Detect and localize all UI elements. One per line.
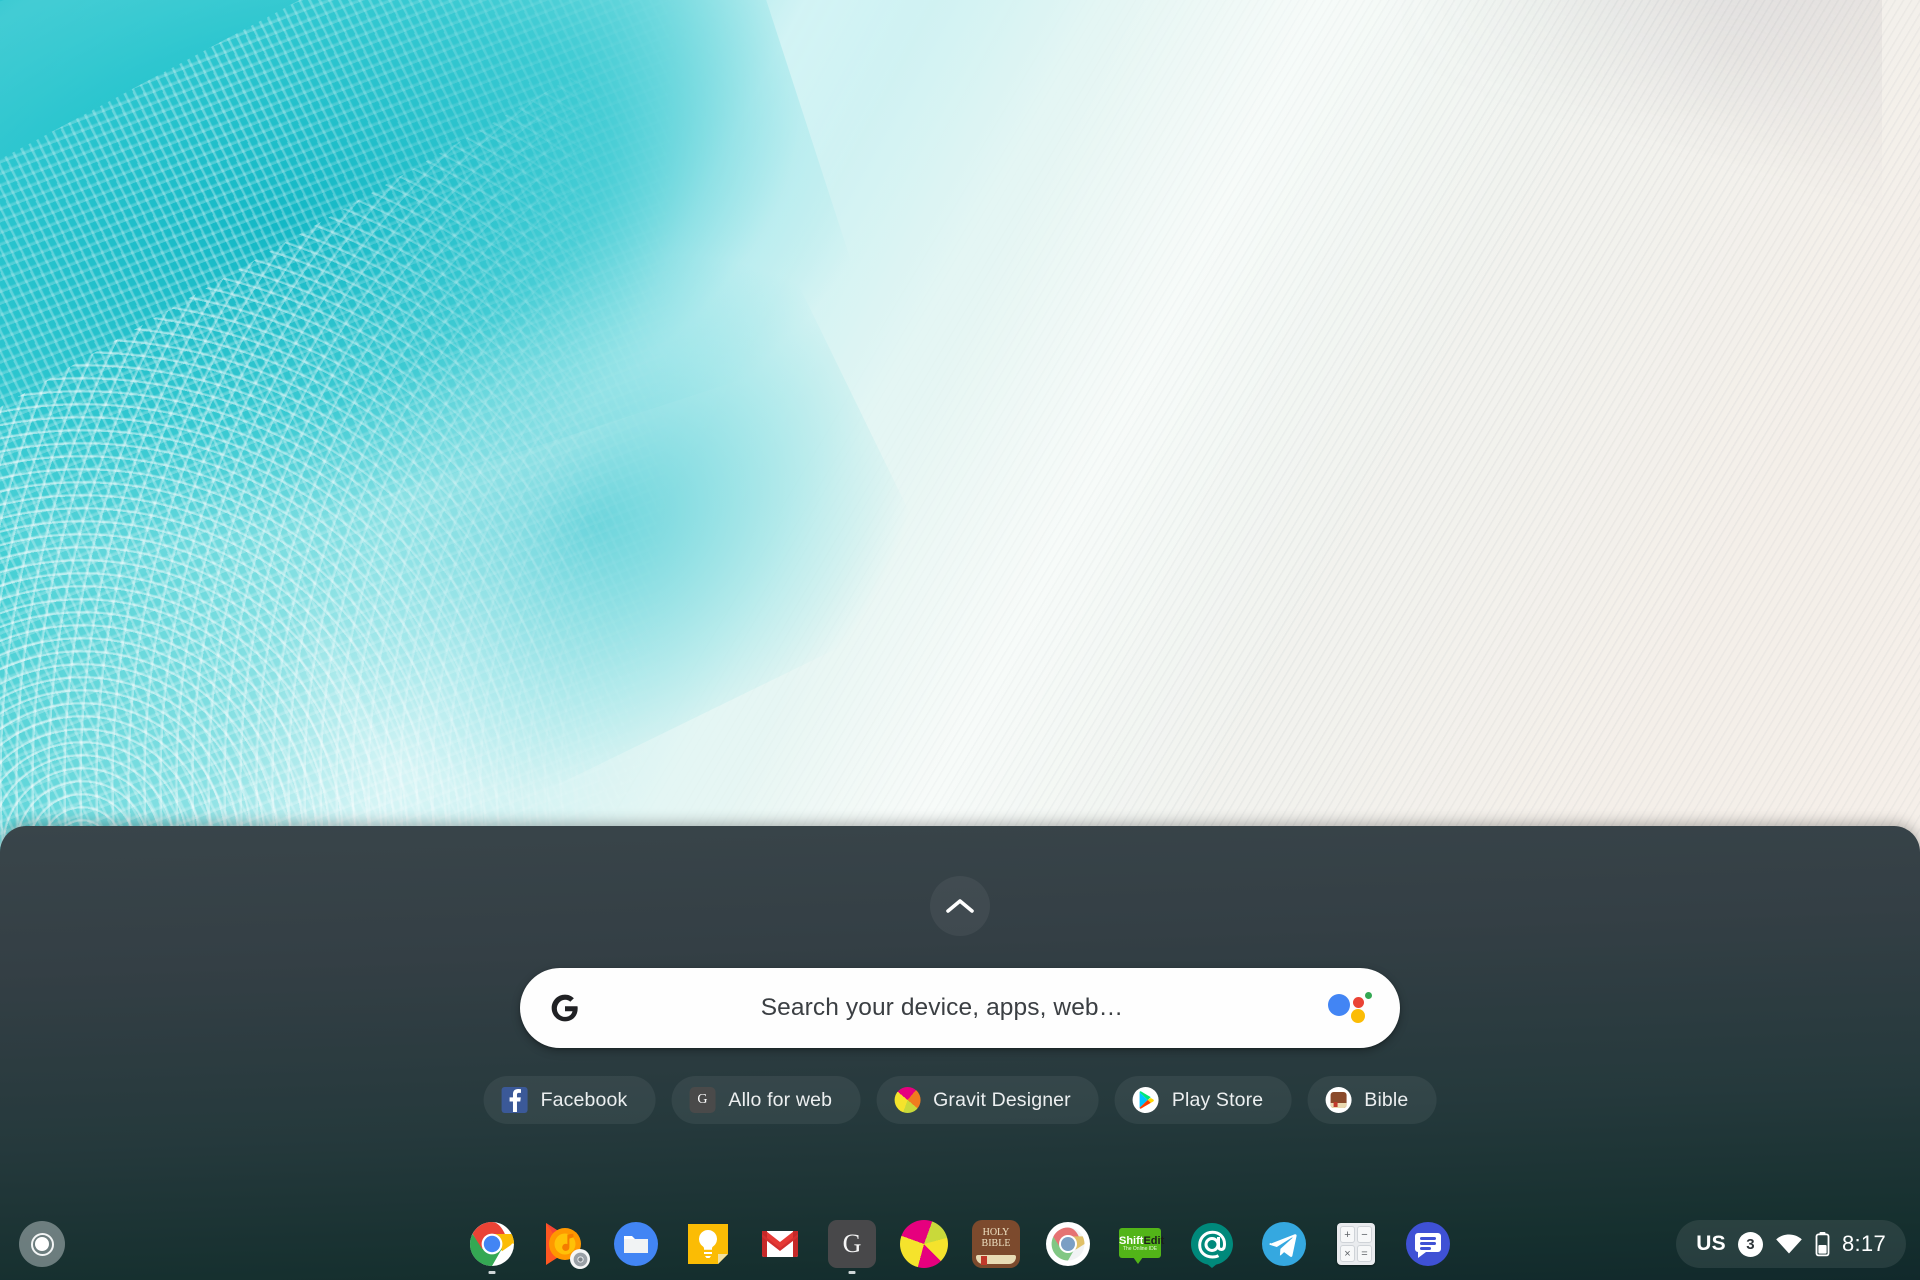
active-indicator	[489, 1271, 496, 1274]
inbox-at-icon	[1188, 1220, 1236, 1268]
expand-launcher-button[interactable]	[930, 876, 990, 936]
allo-letter: G	[689, 1087, 715, 1113]
shelf-item-play-music[interactable]	[539, 1208, 589, 1280]
chip-bible[interactable]: Bible	[1307, 1076, 1436, 1124]
shelf-item-keep[interactable]	[683, 1208, 733, 1280]
keep-icon	[684, 1220, 732, 1268]
battery-icon[interactable]	[1815, 1231, 1830, 1257]
allo-for-web-icon: G	[828, 1220, 876, 1268]
shelf-app-list: G HOLY BIBLE	[467, 1208, 1453, 1280]
bible-icon: HOLY BIBLE	[972, 1220, 1020, 1268]
calc-equals-key: =	[1357, 1245, 1372, 1262]
clock[interactable]: 8:17	[1842, 1231, 1886, 1257]
play-store-icon	[1133, 1087, 1159, 1113]
calc-times-key: ×	[1340, 1245, 1355, 1262]
telegram-icon	[1260, 1220, 1308, 1268]
files-icon	[612, 1220, 660, 1268]
chrome-badge-icon	[573, 1252, 588, 1267]
chip-label: Facebook	[541, 1089, 628, 1112]
wifi-icon[interactable]	[1775, 1233, 1803, 1255]
gmail-icon	[756, 1220, 804, 1268]
chevron-up-icon	[945, 897, 975, 915]
shelf-item-files[interactable]	[611, 1208, 661, 1280]
shelf-item-messages[interactable]	[1403, 1208, 1453, 1280]
shelf-item-allo-for-web[interactable]: G	[827, 1208, 877, 1280]
bible-line-2: BIBLE	[972, 1238, 1020, 1249]
shelf-item-chrome-canary[interactable]	[1043, 1208, 1093, 1280]
search-input-placeholder[interactable]: Search your device, apps, web…	[556, 994, 1328, 1022]
notification-count-badge[interactable]: 3	[1738, 1232, 1763, 1257]
wallpaper-channel	[1382, 0, 1881, 410]
shelf-item-gmail[interactable]	[755, 1208, 805, 1280]
play-music-icon	[540, 1220, 588, 1268]
chip-label: Play Store	[1172, 1089, 1263, 1112]
shiftedit-icon: ShiftEdit The Online IDE	[1116, 1220, 1164, 1268]
bible-icon	[1325, 1087, 1351, 1113]
shelf-item-telegram[interactable]	[1259, 1208, 1309, 1280]
chip-allo-for-web[interactable]: G Allo for web	[671, 1076, 860, 1124]
launcher-circle-icon	[31, 1233, 54, 1256]
allo-for-web-icon: G	[689, 1087, 715, 1113]
chip-play-store[interactable]: Play Store	[1115, 1076, 1291, 1124]
messages-icon	[1404, 1220, 1452, 1268]
chrome-canary-icon	[1044, 1220, 1092, 1268]
shelf: G HOLY BIBLE	[0, 1208, 1920, 1280]
chip-label: Allo for web	[728, 1089, 832, 1112]
suggestion-chips-row: Facebook G Allo for web Gravit Designer	[484, 1076, 1437, 1124]
launcher-button[interactable]	[19, 1221, 65, 1267]
chip-label: Bible	[1364, 1089, 1408, 1112]
shelf-item-bible[interactable]: HOLY BIBLE	[971, 1208, 1021, 1280]
allo-letter: G	[828, 1220, 876, 1268]
shiftedit-tagline: The Online IDE	[1119, 1246, 1161, 1252]
facebook-icon	[502, 1087, 528, 1113]
gravit-designer-icon	[894, 1087, 920, 1113]
shelf-item-shiftedit[interactable]: ShiftEdit The Online IDE	[1115, 1208, 1165, 1280]
google-assistant-icon[interactable]	[1328, 988, 1374, 1028]
chip-label: Gravit Designer	[933, 1089, 1071, 1112]
active-indicator	[849, 1271, 856, 1274]
bible-line-1: HOLY	[972, 1227, 1020, 1238]
system-tray[interactable]: US 3 8:17	[1676, 1220, 1906, 1268]
shelf-item-gravit-designer[interactable]	[899, 1208, 949, 1280]
gravit-designer-icon	[900, 1220, 948, 1268]
shelf-item-calculator[interactable]: + − × =	[1331, 1208, 1381, 1280]
chrome-icon	[468, 1220, 516, 1268]
launcher-search-box[interactable]: Search your device, apps, web…	[520, 968, 1400, 1048]
calc-minus-key: −	[1357, 1226, 1372, 1243]
input-method-indicator[interactable]: US	[1696, 1232, 1726, 1256]
chip-facebook[interactable]: Facebook	[484, 1076, 656, 1124]
chip-gravit-designer[interactable]: Gravit Designer	[876, 1076, 1099, 1124]
calc-plus-key: +	[1340, 1226, 1355, 1243]
calculator-icon: + − × =	[1332, 1220, 1380, 1268]
shelf-item-inbox[interactable]	[1187, 1208, 1237, 1280]
shelf-item-chrome[interactable]	[467, 1208, 517, 1280]
